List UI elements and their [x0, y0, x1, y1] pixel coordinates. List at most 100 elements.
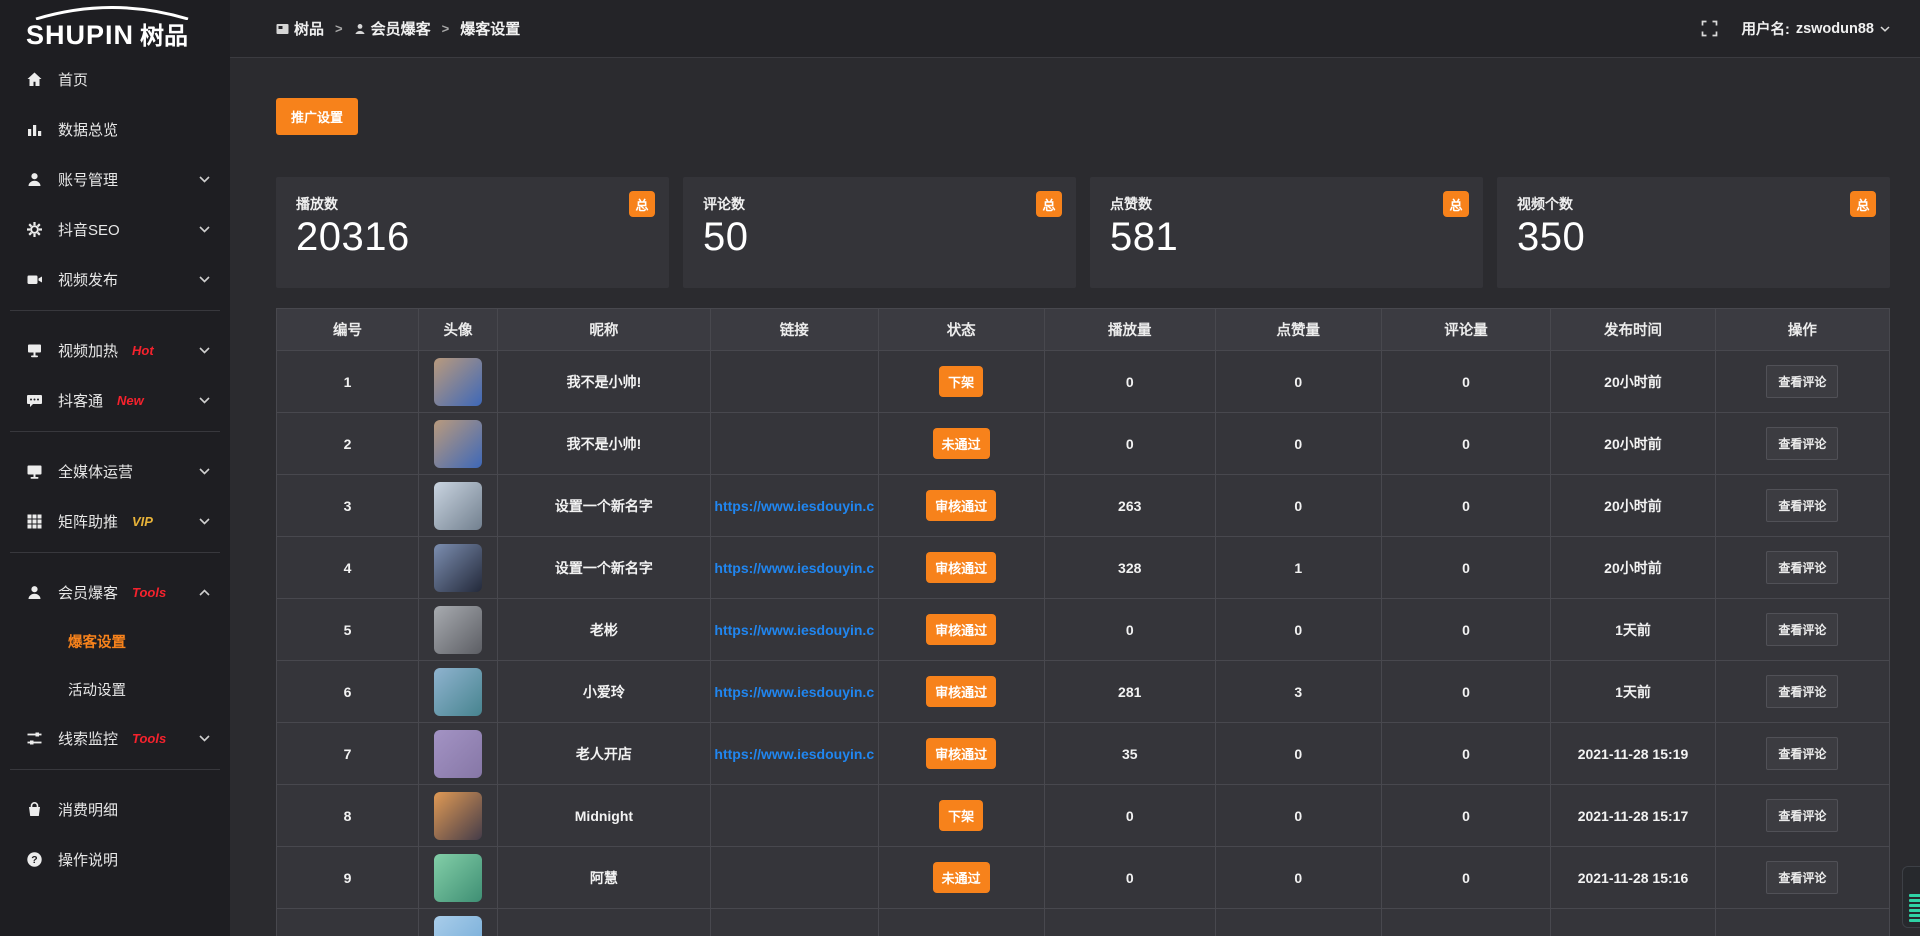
- sidebar-item-consumption-details[interactable]: 消费明细: [0, 784, 230, 834]
- sidebar-item-video-heating[interactable]: 视频加热 Hot: [0, 325, 230, 375]
- user-icon: [26, 584, 43, 601]
- status-badge: 审核通过: [926, 676, 996, 707]
- likes-cell: 1: [1215, 537, 1381, 599]
- promotion-settings-button[interactable]: 推广设置: [276, 98, 358, 135]
- id-cell: 8: [277, 785, 419, 847]
- sidebar-item-label: 矩阵助推: [58, 511, 118, 532]
- video-link[interactable]: https://www.iesdouyin.c: [714, 746, 874, 762]
- col-actions: 操作: [1715, 309, 1889, 351]
- user-menu[interactable]: 用户名: zswodun88: [1742, 18, 1891, 39]
- link-cell: https://www.iesdouyin.c: [710, 723, 878, 785]
- username-label: 用户名:: [1742, 18, 1790, 39]
- sidebar-subitem-activity-settings[interactable]: 活动设置: [0, 665, 230, 713]
- sidebar-item-data-overview[interactable]: 数据总览: [0, 104, 230, 154]
- sidebar-item-matrix-boost[interactable]: 矩阵助推 VIP: [0, 496, 230, 546]
- stat-value: 50: [703, 215, 1056, 260]
- view-comments-button[interactable]: 查看评论: [1766, 613, 1838, 646]
- nickname-cell: 设置一个新名字: [497, 537, 710, 599]
- sidebar-item-label: 操作说明: [58, 849, 118, 870]
- table-row-partial: [277, 909, 1890, 936]
- video-link[interactable]: https://www.iesdouyin.c: [714, 560, 874, 576]
- vip-tag: VIP: [132, 514, 153, 529]
- view-comments-button[interactable]: 查看评论: [1766, 675, 1838, 708]
- view-comments-button[interactable]: 查看评论: [1766, 861, 1838, 894]
- likes-cell: [1215, 909, 1381, 936]
- sidebar-item-home[interactable]: 首页: [0, 54, 230, 104]
- stat-card-videos: 视频个数 350 总: [1497, 177, 1890, 288]
- plays-cell: 328: [1044, 537, 1215, 599]
- view-comments-button[interactable]: 查看评论: [1766, 427, 1838, 460]
- view-comments-button[interactable]: 查看评论: [1766, 799, 1838, 832]
- stat-card-comments: 评论数 50 总: [683, 177, 1076, 288]
- nickname-cell: 我不是小帅!: [497, 413, 710, 475]
- id-cell: 5: [277, 599, 419, 661]
- sidebar-item-label: 视频发布: [58, 269, 118, 290]
- sliders-icon: [26, 730, 43, 747]
- breadcrumb-item-root[interactable]: 树品: [276, 18, 324, 39]
- nickname-cell: Midnight: [497, 785, 710, 847]
- plays-cell: 263: [1044, 475, 1215, 537]
- comments-cell: 0: [1381, 847, 1550, 909]
- sidebar-item-label: 抖音SEO: [58, 219, 120, 240]
- plays-cell: 281: [1044, 661, 1215, 723]
- link-cell: [710, 413, 878, 475]
- link-cell: https://www.iesdouyin.c: [710, 537, 878, 599]
- sidebar-item-member-baoke[interactable]: 会员爆客 Tools: [0, 567, 230, 617]
- sidebar-subitem-label: 活动设置: [68, 679, 126, 700]
- publish-time-cell: 20小时前: [1551, 537, 1716, 599]
- sidebar-item-douketong[interactable]: 抖客通 New: [0, 375, 230, 425]
- video-link[interactable]: https://www.iesdouyin.c: [714, 684, 874, 700]
- video-link[interactable]: https://www.iesdouyin.c: [714, 498, 874, 514]
- nickname-cell: 阿慧: [497, 847, 710, 909]
- main-column: 树品 > 会员爆客 > 爆客设置 用户名: zswodun88: [230, 0, 1920, 936]
- fullscreen-icon[interactable]: [1701, 20, 1718, 37]
- sidebar-subitem-baoke-settings[interactable]: 爆客设置: [0, 617, 230, 665]
- sidebar-item-all-media[interactable]: 全媒体运营: [0, 446, 230, 496]
- actions-cell: [1715, 909, 1889, 936]
- plays-cell: 0: [1044, 847, 1215, 909]
- likes-cell: 0: [1215, 599, 1381, 661]
- view-comments-button[interactable]: 查看评论: [1766, 489, 1838, 522]
- comments-cell: 0: [1381, 723, 1550, 785]
- sidebar-item-video-publish[interactable]: 视频发布: [0, 254, 230, 304]
- stat-label: 评论数: [703, 194, 1056, 214]
- view-comments-button[interactable]: 查看评论: [1766, 551, 1838, 584]
- shopping-bag-icon: [26, 801, 43, 818]
- col-link: 链接: [710, 309, 878, 351]
- link-cell: https://www.iesdouyin.c: [710, 475, 878, 537]
- link-cell: [710, 847, 878, 909]
- nickname-cell: 设置一个新名字: [497, 475, 710, 537]
- sidebar-item-instructions[interactable]: ? 操作说明: [0, 834, 230, 884]
- sidebar-item-douyin-seo[interactable]: 抖音SEO: [0, 204, 230, 254]
- user-icon: [26, 171, 43, 188]
- chevron-down-icon: [199, 735, 210, 742]
- video-link[interactable]: https://www.iesdouyin.c: [714, 622, 874, 638]
- total-badge: 总: [1443, 191, 1469, 217]
- id-cell: [277, 909, 419, 936]
- comments-cell: 0: [1381, 537, 1550, 599]
- chat-widget[interactable]: [1902, 866, 1920, 928]
- sidebar-divider: [10, 552, 220, 553]
- view-comments-button[interactable]: 查看评论: [1766, 737, 1838, 770]
- logo-text-en: SHUPIN: [26, 20, 134, 51]
- new-tag: New: [117, 393, 144, 408]
- comments-cell: [1381, 909, 1550, 936]
- gear-icon: [26, 221, 43, 238]
- sidebar-nav: 首页 数据总览 账号管理 抖音SEO 视频发布: [0, 54, 230, 884]
- col-id: 编号: [277, 309, 419, 351]
- sidebar-item-account-management[interactable]: 账号管理: [0, 154, 230, 204]
- id-cell: 6: [277, 661, 419, 723]
- grid-icon: [26, 513, 43, 530]
- status-badge: 审核通过: [926, 738, 996, 769]
- app-square-icon: [276, 23, 289, 35]
- breadcrumb-item-member-baoke[interactable]: 会员爆客: [354, 18, 431, 39]
- nickname-cell: 老彬: [497, 599, 710, 661]
- status-badge: 下架: [939, 366, 983, 397]
- likes-cell: 0: [1215, 475, 1381, 537]
- id-cell: 1: [277, 351, 419, 413]
- table-row: 3 设置一个新名字 https://www.iesdouyin.c 审核通过 2…: [277, 475, 1890, 537]
- sidebar-item-label: 账号管理: [58, 169, 118, 190]
- sidebar-item-clue-monitor[interactable]: 线索监控 Tools: [0, 713, 230, 763]
- nickname-cell: 我不是小帅!: [497, 351, 710, 413]
- view-comments-button[interactable]: 查看评论: [1766, 365, 1838, 398]
